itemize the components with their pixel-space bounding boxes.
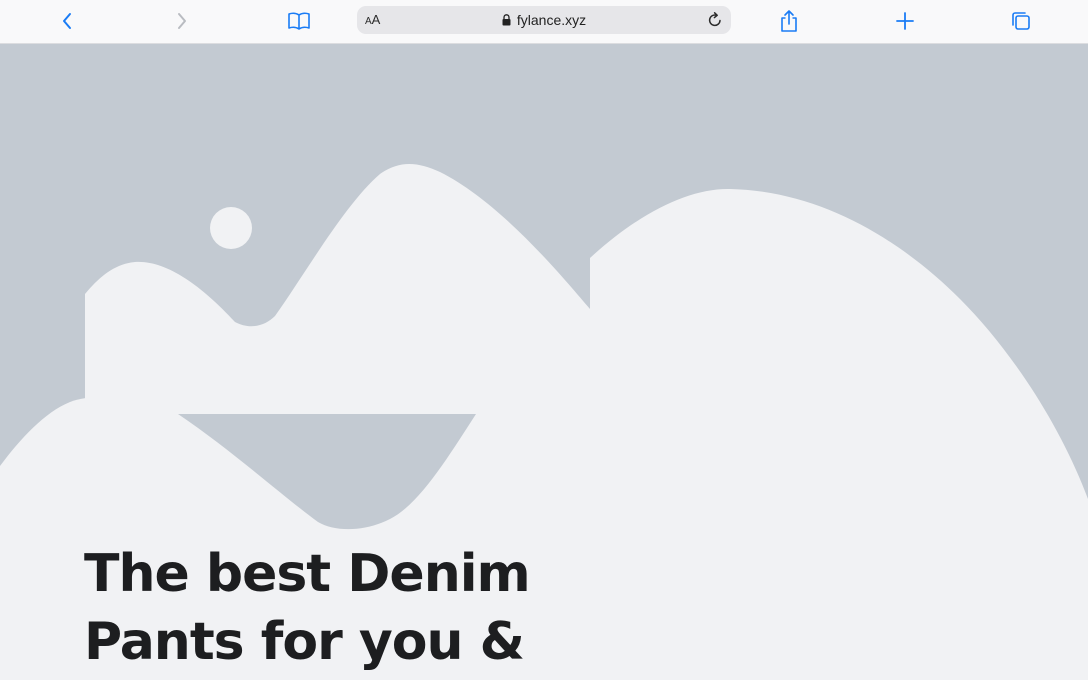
hero-headline-line2: Pants for you & <box>84 612 525 672</box>
reader-settings-button[interactable]: AA <box>365 12 380 30</box>
chevron-right-icon <box>178 13 186 29</box>
hero-section: The best Denim Pants for you & <box>0 44 1088 680</box>
reload-button[interactable] <box>705 10 725 30</box>
placeholder-sun <box>210 207 252 249</box>
lock-icon <box>502 14 511 26</box>
reader-label-small: A <box>365 16 372 27</box>
forward-button[interactable] <box>166 6 198 36</box>
url-display: fylance.xyz <box>357 6 731 34</box>
chevron-left-icon <box>63 13 71 29</box>
reload-icon <box>708 12 721 27</box>
new-tab-button[interactable] <box>889 6 921 36</box>
back-button[interactable] <box>51 6 83 36</box>
url-text: fylance.xyz <box>516 12 587 28</box>
tabs-overview-icon <box>1012 12 1030 30</box>
browser-toolbar: AA fylance.xyz <box>0 0 1088 44</box>
share-button[interactable] <box>773 6 805 36</box>
open-book-icon <box>288 12 310 30</box>
share-icon <box>781 10 797 32</box>
reader-label-large: A <box>371 12 381 27</box>
plus-icon <box>896 12 914 30</box>
hero-headline-line1: The best Denim <box>84 544 531 604</box>
address-bar[interactable]: AA fylance.xyz <box>357 6 731 34</box>
hero-headline: The best Denim Pants for you & <box>84 540 604 676</box>
tabs-overview-button[interactable] <box>1005 6 1037 36</box>
bookmarks-button[interactable] <box>283 6 315 36</box>
